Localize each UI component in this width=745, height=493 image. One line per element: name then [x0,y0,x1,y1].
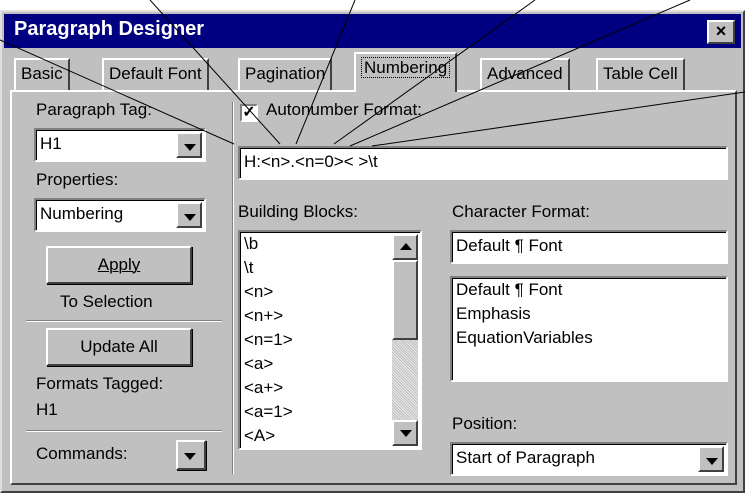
callout-line [149,0,281,145]
callout-lines [0,0,745,147]
callout-line [0,39,235,145]
callout-line [295,0,356,145]
callout-line [371,91,745,147]
callout-line [333,0,536,145]
